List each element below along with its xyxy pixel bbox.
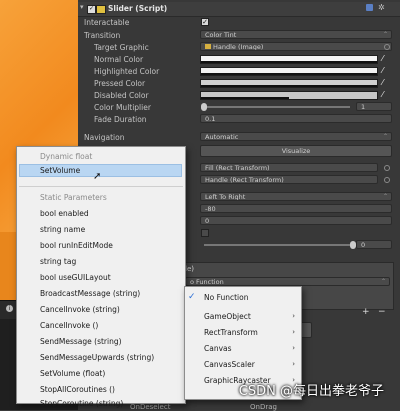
watermark-text: CSDN @每日出拳老爷子 [238,384,384,399]
disabled-color-swatch[interactable] [200,91,378,100]
object-picker-icon[interactable] [384,177,390,183]
settings-gear-icon[interactable]: ✲ [378,3,385,12]
menu-item[interactable]: CancelInvoke (string) [40,305,120,314]
eyedropper-icon[interactable]: ⁄ [382,55,390,63]
highlighted-color-swatch[interactable] [200,67,378,76]
object-picker-icon[interactable] [384,165,390,171]
fade-duration-label: Fade Duration [94,115,147,124]
max-value-field[interactable]: 0 [200,216,392,225]
transition-dropdown[interactable]: Color Tint [200,30,392,39]
normal-color-swatch[interactable] [200,55,378,64]
menu-item[interactable]: SetVolume (float) [40,369,105,378]
checkmark-icon: ✓ [188,292,196,302]
color-multiplier-label: Color Multiplier [94,103,151,112]
direction-dropdown[interactable]: Left To Right [200,192,392,201]
menu-item[interactable]: CancelInvoke () [40,321,98,330]
component-title: Slider (Script) [108,4,168,13]
target-graphic-value: Handle (Image) [213,43,264,51]
fade-duration-field[interactable]: 0.1 [200,114,392,123]
menu-item[interactable]: StopCoroutine (string) [40,399,123,408]
help-icon[interactable] [366,4,373,11]
interactable-label: Interactable [84,18,130,27]
function-dropdown[interactable]: o Function [185,277,390,286]
alpha-bar [201,85,377,87]
object-picker-icon[interactable] [384,44,390,50]
disabled-color-label: Disabled Color [94,91,149,100]
static-header: Static Parameters [40,193,107,202]
navigation-label: Navigation [84,133,125,142]
chevron-right-icon: › [292,360,295,368]
handle-rect-field[interactable]: Handle (Rect Transform) [200,175,378,184]
component-enabled-checkbox[interactable]: ✓ [87,5,96,14]
menu-item[interactable]: bool enabled [40,209,89,218]
add-listener-button[interactable]: + [362,307,370,317]
interactable-checkbox[interactable]: ✓ [201,18,209,26]
dynamic-header: Dynamic float [40,152,93,161]
menu-separator [19,186,183,187]
value-field[interactable]: 0 [356,240,392,249]
script-icon [96,5,106,14]
mouse-cursor-icon: ➚ [93,171,102,182]
submenu-item-gameobject[interactable]: GameObject [204,312,251,321]
menu-item[interactable]: string name [40,225,85,234]
eyedropper-icon[interactable]: ⁄ [382,67,390,75]
eyedropper-icon[interactable]: ⁄ [382,91,390,99]
fill-rect-value: Fill (Rect Transform) [205,164,270,172]
menu-item[interactable]: SendMessage (string) [40,337,122,346]
menu-item[interactable]: bool runInEditMode [40,241,113,250]
color-multiplier-value[interactable]: 1 [356,102,392,111]
pressed-color-swatch[interactable] [200,79,378,88]
alpha-bar [201,61,377,63]
fold-arrow-icon[interactable]: ▾ [80,3,84,11]
navigation-dropdown[interactable]: Automatic [200,132,392,141]
on-value-changed-title: le) [185,265,194,273]
submenu-item-recttransform[interactable]: RectTransform [204,328,258,337]
whole-numbers-checkbox[interactable] [201,229,209,237]
slider-thumb[interactable] [201,103,207,111]
min-value-field[interactable]: -80 [200,204,392,213]
target-graphic-field[interactable]: Handle (Image) [200,42,392,51]
remove-listener-button[interactable]: − [378,307,386,317]
eyedropper-icon[interactable]: ⁄ [382,79,390,87]
menu-item[interactable]: StopAllCoroutines () [40,385,115,394]
menu-item[interactable]: bool useGUILayout [40,273,111,282]
image-icon [205,44,211,49]
normal-color-label: Normal Color [94,55,144,64]
chevron-right-icon: › [292,312,295,320]
submenu-item-canvasscaler[interactable]: CanvasScaler [204,360,255,369]
chevron-right-icon: › [292,344,295,352]
transition-label: Transition [84,31,121,40]
info-icon[interactable]: i [6,305,13,312]
submenu-item-canvas[interactable]: Canvas [204,344,232,353]
handle-rect-value: Handle (Rect Transform) [205,176,284,184]
menu-item[interactable]: string tag [40,257,76,266]
menu-item[interactable]: BroadcastMessage (string) [40,289,140,298]
target-graphic-label: Target Graphic [94,43,149,52]
alpha-bar [201,97,289,99]
menu-item[interactable]: SendMessageUpwards (string) [40,353,154,362]
visualize-button[interactable]: Visualize [200,145,392,157]
color-multiplier-slider[interactable] [201,103,350,111]
highlighted-color-label: Highlighted Color [94,67,160,76]
fill-rect-field[interactable]: Fill (Rect Transform) [200,163,378,172]
function-popup-menu: Dynamic float SetVolume ➚ Static Paramet… [16,146,186,408]
component-header[interactable]: ▾ ✓ Slider (Script) ✲ [78,2,400,17]
chevron-right-icon: › [292,328,295,336]
value-slider[interactable] [204,241,356,249]
pressed-color-label: Pressed Color [94,79,146,88]
menu-item-setvolume-dynamic[interactable]: SetVolume [40,166,80,175]
submenu-item-no-function[interactable]: No Function [204,293,248,302]
alpha-bar [201,73,377,75]
